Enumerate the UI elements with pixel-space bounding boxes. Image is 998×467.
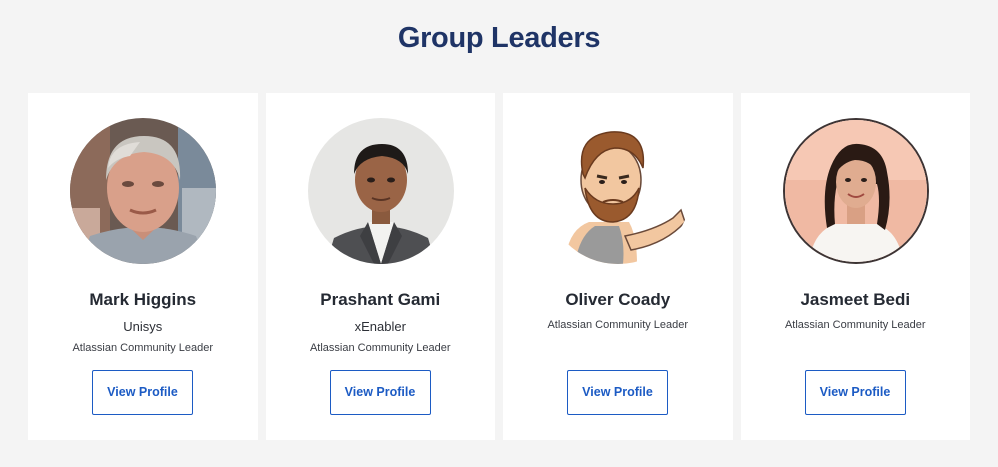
leader-card-jasmeet-bedi: Jasmeet Bedi Atlassian Community Leader … (740, 93, 970, 440)
view-profile-button[interactable]: View Profile (567, 370, 668, 415)
leader-card-oliver-coady: Oliver Coady Atlassian Community Leader … (503, 93, 733, 440)
avatar[interactable] (70, 118, 216, 264)
leader-name: Mark Higgins (89, 290, 197, 309)
view-profile-button[interactable]: View Profile (804, 370, 906, 415)
view-profile-button[interactable]: View Profile (329, 370, 431, 415)
leader-name: Jasmeet Bedi (800, 290, 911, 309)
man-grey-hair-photo-icon (70, 118, 216, 264)
view-profile-button[interactable]: View Profile (92, 370, 193, 415)
leader-role: Atlassian Community Leader (784, 319, 926, 331)
leader-role: Atlassian Community Leader (72, 342, 214, 354)
leader-name: Prashant Gami (320, 290, 441, 309)
avatar[interactable] (307, 118, 454, 264)
avatar[interactable] (782, 118, 929, 264)
leader-role: Atlassian Community Leader (547, 319, 689, 331)
leader-card-mark-higgins: Mark Higgins Unisys Atlassian Community … (28, 93, 258, 440)
leader-company: Unisys (123, 319, 163, 334)
leader-card-prashant-gami: Prashant Gami xEnabler Atlassian Communi… (265, 93, 495, 440)
group-leaders-section: Group Leaders Mark Higgins Unisys Atlass… (0, 0, 998, 467)
leader-role: Atlassian Community Leader (309, 342, 451, 354)
section-title: Group Leaders (397, 22, 601, 54)
cartoon-bearded-man-icon (545, 118, 691, 264)
avatar[interactable] (545, 118, 691, 264)
leader-company: xEnabler (354, 319, 406, 334)
leader-name: Oliver Coady (565, 290, 671, 309)
man-suit-photo-icon (307, 118, 454, 264)
woman-peach-background-photo-icon (784, 120, 927, 262)
leader-cards: Mark Higgins Unisys Atlassian Community … (28, 93, 970, 440)
